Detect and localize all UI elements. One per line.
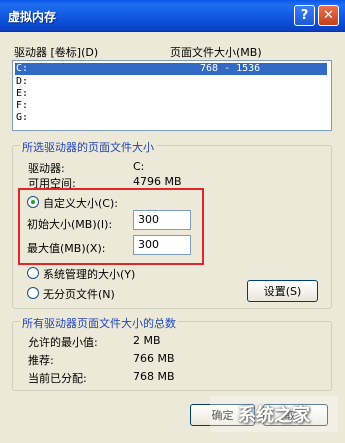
set-button[interactable]: 设置(S) bbox=[247, 280, 318, 302]
help-button[interactable]: ? bbox=[294, 5, 315, 26]
watermark-logo: 系统之家 bbox=[210, 396, 338, 432]
no-pagefile-radio[interactable] bbox=[27, 287, 39, 299]
drive-row-c[interactable]: C: 768 - 1536 bbox=[15, 63, 327, 75]
min-label: 允许的最小值: bbox=[28, 336, 98, 349]
initial-size-input[interactable]: 300 bbox=[133, 210, 191, 230]
window-title: 虚拟内存 bbox=[8, 10, 57, 24]
total-legend: 所有驱动器页面文件大小的总数 bbox=[20, 315, 178, 331]
initial-size-label: 初始大小(MB)(I): bbox=[27, 218, 113, 231]
drive-list[interactable]: C: 768 - 1536 D: E: F: G: bbox=[12, 60, 332, 131]
title-bar: 虚拟内存 ? ✕ bbox=[0, 0, 345, 32]
drive-letter: F: bbox=[16, 100, 29, 111]
space-value: 4796 MB bbox=[133, 175, 182, 188]
pagefile-column-header: 页面文件大小(MB) bbox=[170, 46, 262, 59]
no-pagefile-label: 无分页文件(N) bbox=[43, 288, 115, 301]
watermark-text: 系统之家 bbox=[238, 405, 310, 426]
current-value: 768 MB bbox=[133, 370, 175, 383]
drive-pagefile-size: 768 - 1536 bbox=[200, 63, 261, 74]
system-managed-label: 系统管理的大小(Y) bbox=[43, 268, 136, 281]
max-size-input[interactable]: 300 bbox=[133, 235, 191, 255]
drive-letter: C: bbox=[16, 63, 29, 74]
custom-size-label: 自定义大小(C): bbox=[43, 197, 118, 210]
drive-letter: G: bbox=[16, 112, 29, 123]
drive-letter: D: bbox=[16, 76, 29, 87]
drive-value: C: bbox=[133, 160, 145, 173]
selected-drive-legend: 所选驱动器的页面文件大小 bbox=[20, 139, 156, 155]
max-size-label: 最大值(MB)(X): bbox=[27, 242, 106, 255]
drive-letter: E: bbox=[16, 88, 29, 99]
current-label: 当前已分配: bbox=[28, 372, 87, 385]
custom-size-radio[interactable] bbox=[27, 196, 39, 208]
system-managed-radio[interactable] bbox=[27, 267, 39, 279]
drive-label: 驱动器: bbox=[28, 162, 65, 175]
close-button[interactable]: ✕ bbox=[318, 5, 339, 26]
recommended-value: 766 MB bbox=[133, 352, 175, 365]
min-value: 2 MB bbox=[133, 334, 161, 347]
drive-column-header: 驱动器 [卷标](D) bbox=[14, 46, 99, 59]
recommended-label: 推荐: bbox=[28, 354, 54, 367]
